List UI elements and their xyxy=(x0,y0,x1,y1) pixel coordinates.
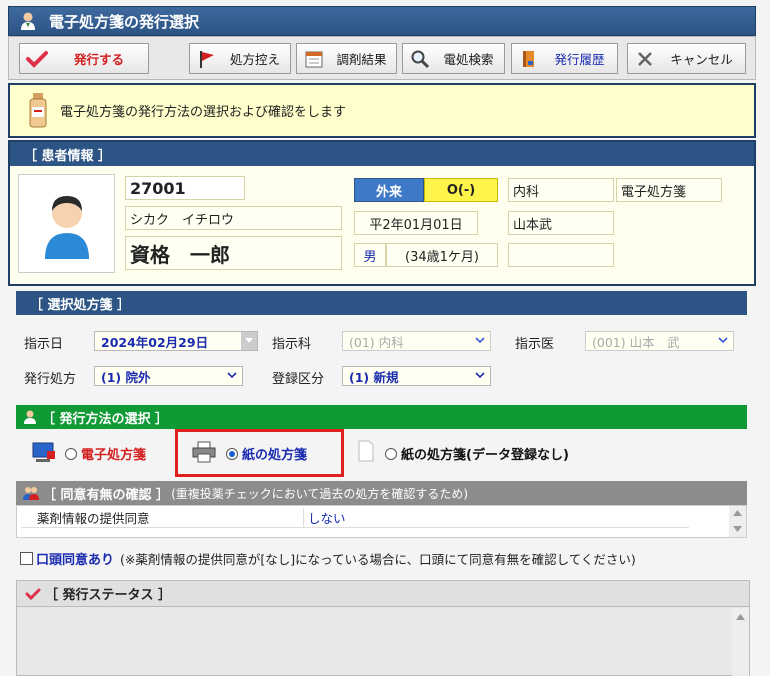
e-prescription-search-button-label: 電処検索 xyxy=(443,52,494,67)
checkmark-icon xyxy=(25,588,41,600)
dispense-result-button[interactable]: 調剤結果 xyxy=(296,43,397,74)
option-paper-label: 紙の処方箋 xyxy=(242,448,308,463)
status-header: ［ 発行ステータス ］ xyxy=(17,581,749,607)
status-panel: ［ 発行ステータス ］ xyxy=(16,580,750,676)
doctor-value: (001) 山本 武 xyxy=(592,334,680,350)
chevron-down-icon xyxy=(475,337,485,344)
option-paper[interactable]: 紙の処方箋 xyxy=(226,444,307,463)
registration-dropdown[interactable]: (1) 新規 xyxy=(342,366,491,386)
registration-label: 登録区分 xyxy=(272,372,325,387)
dropdown-arrow-icon[interactable] xyxy=(241,332,257,350)
doctor-dropdown[interactable]: (001) 山本 武 xyxy=(585,331,734,351)
issue-type-label: 発行処方 xyxy=(24,372,77,387)
computer-icon xyxy=(32,442,55,462)
patient-birthdate: 平2年01月01日 xyxy=(354,211,478,235)
info-banner: 電子処方箋の発行方法の選択および確認をします xyxy=(8,83,756,138)
visit-type: 外来 xyxy=(354,178,424,202)
registration-value: (1) 新規 xyxy=(349,369,399,385)
medicine-bottle-icon xyxy=(29,92,47,127)
status-scrollbar[interactable] xyxy=(732,608,749,676)
scroll-down-icon[interactable] xyxy=(733,526,742,532)
patient-sex: 男 xyxy=(354,243,386,267)
issue-button-label: 発行する xyxy=(73,52,124,67)
chevron-down-icon xyxy=(475,372,485,379)
patient-section-title: ［ 患者情報 ］ xyxy=(10,142,754,166)
toolbar: 発行する 処方控え 調剤結果 電処検索 発行履歴 キャンセル xyxy=(8,36,756,80)
issue-history-button[interactable]: 発行履歴 xyxy=(511,43,618,74)
window-title: 電子処方箋の発行選択 xyxy=(49,12,200,31)
prescription-type: 電子処方箋 xyxy=(616,178,722,202)
people-icon xyxy=(23,487,39,500)
scroll-up-icon[interactable] xyxy=(733,510,742,516)
close-icon xyxy=(632,47,658,71)
scroll-up-icon[interactable] xyxy=(736,614,745,620)
date-label: 指示日 xyxy=(24,337,64,352)
empty-field xyxy=(508,243,614,267)
radio-paper-no-data[interactable] xyxy=(385,447,397,460)
printer-icon xyxy=(192,441,216,463)
cancel-button[interactable]: キャンセル xyxy=(627,43,746,74)
dispense-result-button-label: 調剤結果 xyxy=(336,52,387,67)
consent-item-label: 薬剤情報の提供同意 xyxy=(21,508,303,528)
option-paper-no-data[interactable]: 紙の処方箋(データ登録なし) xyxy=(385,444,569,463)
consent-section-bar: ［ 同意有無の確認 ］ (重複投薬チェックにおいて過去の処方を確認するため) xyxy=(16,481,747,505)
radio-paper[interactable] xyxy=(226,447,238,460)
oral-consent-checkbox[interactable] xyxy=(20,552,33,565)
date-dropdown[interactable]: 2024年02月29日 xyxy=(94,331,258,351)
cancel-button-label: キャンセル xyxy=(670,52,733,67)
attending-doctor: 山本武 xyxy=(508,211,614,235)
issue-type-dropdown[interactable]: (1) 院外 xyxy=(94,366,243,386)
visit-code: O(-) xyxy=(424,178,498,202)
option-electronic-label: 電子処方箋 xyxy=(81,448,147,463)
dept-label: 指示科 xyxy=(272,337,312,352)
copy-button[interactable]: 処方控え xyxy=(189,43,291,74)
consent-list: 薬剤情報の提供同意 しない xyxy=(16,505,747,538)
patient-age: (34歳1ケ月) xyxy=(386,243,498,267)
doctor-icon xyxy=(21,12,35,30)
option-paper-no-data-label: 紙の処方箋(データ登録なし) xyxy=(401,448,569,463)
consent-section-title: ［ 同意有無の確認 ］ xyxy=(43,487,170,503)
info-message: 電子処方箋の発行方法の選択および確認をします xyxy=(60,105,347,120)
date-value: 2024年02月29日 xyxy=(101,334,209,350)
consent-scrollbar[interactable] xyxy=(729,506,746,537)
radio-electronic[interactable] xyxy=(65,447,77,460)
issue-history-button-label: 発行履歴 xyxy=(554,52,605,67)
patient-name: 資格 一郎 xyxy=(125,236,342,270)
consent-item-value[interactable]: しない xyxy=(303,508,689,528)
chevron-down-icon xyxy=(227,372,237,379)
status-section-title: ［ 発行ステータス ］ xyxy=(45,588,172,603)
oral-consent-note: (※薬剤情報の提供同意が[なし]になっている場合に、口頭にて同意有無を確認してく… xyxy=(120,552,636,567)
option-electronic[interactable]: 電子処方箋 xyxy=(65,444,146,463)
dept-dropdown[interactable]: (01) 内科 xyxy=(342,331,491,351)
copy-button-label: 処方控え xyxy=(229,52,280,67)
oral-consent-label[interactable]: 口頭同意あり xyxy=(36,549,114,568)
chevron-down-icon xyxy=(718,337,728,344)
selection-section-title: ［ 選択処方箋 ］ xyxy=(16,291,747,315)
issue-button[interactable]: 発行する xyxy=(19,43,149,74)
department: 内科 xyxy=(508,178,614,202)
magnifier-icon xyxy=(407,47,433,71)
patient-id: 27001 xyxy=(125,176,245,200)
e-prescription-search-button[interactable]: 電処検索 xyxy=(402,43,505,74)
doctor-icon xyxy=(24,410,36,424)
method-section-bar: ［ 発行方法の選択 ］ xyxy=(16,405,747,429)
issue-type-value: (1) 院外 xyxy=(101,369,151,385)
checkmark-icon xyxy=(24,47,50,71)
patient-panel: ［ 患者情報 ］ 27001 シカク イチロウ 資格 一郎 外来 O(-) 内科… xyxy=(8,140,756,286)
patient-avatar xyxy=(18,174,115,273)
dept-value: (01) 内科 xyxy=(349,334,404,350)
blank-document-icon xyxy=(358,440,374,462)
calendar-icon xyxy=(301,47,327,71)
book-icon xyxy=(516,47,542,71)
doctor-label: 指示医 xyxy=(515,337,555,352)
oral-consent-row: 口頭同意あり (※薬剤情報の提供同意が[なし]になっている場合に、口頭にて同意有… xyxy=(20,549,636,568)
flag-icon xyxy=(194,47,220,71)
window-titlebar: 電子処方箋の発行選択 xyxy=(8,6,756,36)
patient-kana: シカク イチロウ xyxy=(125,206,342,230)
person-icon xyxy=(44,195,89,259)
method-section-title: ［ 発行方法の選択 ］ xyxy=(42,411,169,427)
consent-section-note: (重複投薬チェックにおいて過去の処方を確認するため) xyxy=(171,486,469,501)
